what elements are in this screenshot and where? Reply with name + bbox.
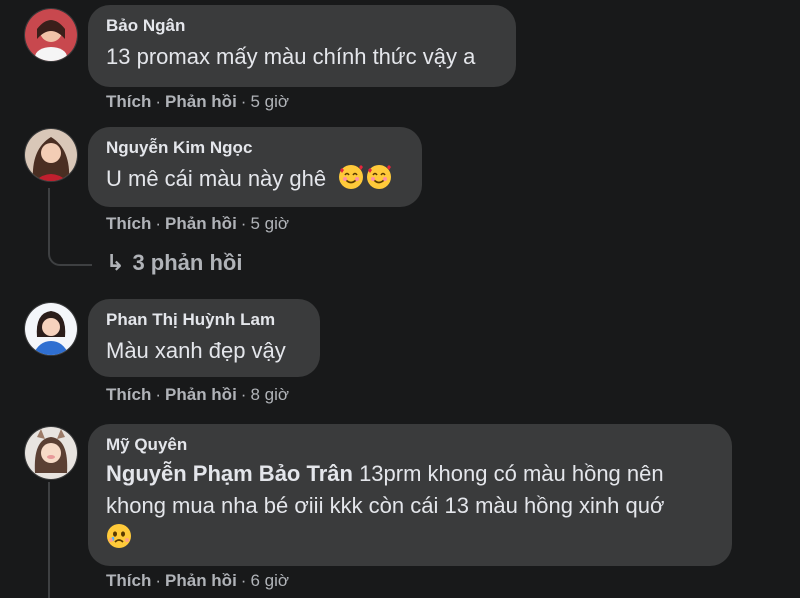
reply-arrow-icon: ↳ [106, 250, 125, 275]
reply-button[interactable]: Phản hồi [165, 385, 237, 404]
comment-text-line: 13prm khong có màu hồng nên [352, 461, 664, 486]
replies-count: 3 phản hồi [132, 250, 243, 275]
avatar[interactable] [24, 8, 78, 62]
smiling-face-with-hearts-icon [366, 164, 392, 190]
separator: · [240, 385, 247, 404]
separator: · [240, 92, 247, 111]
comment-text: 13 promax mấy màu chính thức vậy a [106, 44, 476, 69]
reply-button[interactable]: Phản hồi [165, 214, 237, 233]
separator: · [240, 214, 247, 233]
reply-button[interactable]: Phản hồi [165, 92, 237, 111]
comment-text-content: U mê cái màu này ghê [106, 166, 327, 191]
like-button[interactable]: Thích [106, 214, 151, 233]
comment-text: U mê cái màu này ghê [106, 163, 404, 195]
separator: · [155, 385, 162, 404]
timestamp[interactable]: 5 giờ [250, 214, 289, 233]
avatar[interactable] [24, 426, 78, 480]
reply-button[interactable]: Phản hồi [165, 571, 237, 590]
comment-author[interactable]: Mỹ Quyên [106, 434, 714, 456]
comment-author[interactable]: Bảo Ngân [106, 15, 498, 37]
comment-bubble: Nguyễn Kim Ngọc U mê cái màu này ghê [88, 127, 422, 207]
like-button[interactable]: Thích [106, 571, 151, 590]
separator: · [155, 214, 162, 233]
separator: · [155, 92, 162, 111]
comment-author[interactable]: Phan Thị Huỳnh Lam [106, 309, 302, 331]
comment-bubble: Bảo Ngân 13 promax mấy màu chính thức vậ… [88, 5, 516, 87]
smiling-face-with-hearts-icon [338, 164, 364, 190]
comment-actions: Thích · Phản hồi · 8 giờ [106, 384, 289, 406]
face-holding-back-tears-icon [106, 523, 132, 549]
comment-actions: Thích · Phản hồi · 5 giờ [106, 213, 289, 235]
like-button[interactable]: Thích [106, 385, 151, 404]
avatar[interactable] [24, 128, 78, 182]
timestamp[interactable]: 8 giờ [250, 385, 289, 404]
avatar[interactable] [24, 302, 78, 356]
like-button[interactable]: Thích [106, 92, 151, 111]
separator: · [155, 571, 162, 590]
comment-text: Màu xanh đẹp vậy [106, 338, 286, 363]
comment-text-line: khong mua nha bé ơiii kkk còn cái 13 màu… [106, 493, 665, 518]
timestamp[interactable]: 5 giờ [250, 92, 289, 111]
comment-author[interactable]: Nguyễn Kim Ngọc [106, 137, 404, 159]
timestamp[interactable]: 6 giờ [250, 571, 289, 590]
comment-actions: Thích · Phản hồi · 6 giờ [106, 570, 289, 592]
thread-connector [48, 188, 92, 266]
comment-text: Nguyễn Phạm Bảo Trân 13prm khong có màu … [106, 458, 714, 490]
mention-link[interactable]: Nguyễn Phạm Bảo Trân [106, 461, 353, 486]
separator: · [240, 571, 247, 590]
comment-bubble: Phan Thị Huỳnh Lam Màu xanh đẹp vậy [88, 299, 320, 377]
thread-connector [48, 482, 50, 598]
comment-actions: Thích · Phản hồi · 5 giờ [106, 91, 289, 113]
view-replies-button[interactable]: ↳ 3 phản hồi [106, 250, 242, 276]
comment-emoji-line [106, 522, 714, 554]
comment-bubble: Mỹ Quyên Nguyễn Phạm Bảo Trân 13prm khon… [88, 424, 732, 566]
